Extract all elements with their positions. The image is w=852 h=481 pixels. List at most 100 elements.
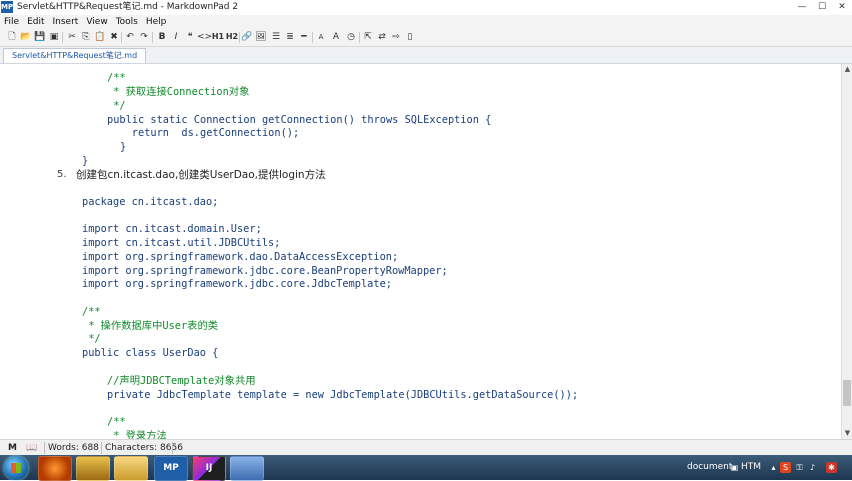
code-line: //声明JDBCTemplate对象共用 — [107, 375, 256, 387]
word-count: Words: 688 — [48, 443, 99, 453]
app-taskbar-icon[interactable] — [230, 456, 264, 481]
tray-screen-icon[interactable]: ▣ — [729, 462, 740, 473]
redo-icon[interactable]: ↷ — [138, 31, 150, 43]
maximize-button[interactable]: ☐ — [813, 1, 831, 13]
code-line: } — [120, 141, 127, 153]
code-line: return ds.getConnection(); — [107, 127, 300, 139]
font-increase-button[interactable]: A — [330, 31, 342, 43]
status-divider — [101, 442, 102, 454]
paste-icon[interactable]: 📋 — [94, 31, 106, 43]
code-line: /** — [82, 306, 101, 318]
code-line: */ — [82, 333, 101, 345]
tray-sogou-icon[interactable]: S — [780, 462, 791, 473]
code-line: import org.springframework.jdbc.core.Jdb… — [82, 278, 392, 290]
minimize-button[interactable]: — — [793, 1, 811, 13]
list-number: 5. — [57, 169, 67, 180]
toolbar-divider — [312, 32, 313, 43]
bold-icon[interactable]: B — [156, 31, 168, 43]
toolbar-divider — [121, 32, 122, 43]
cut-icon[interactable]: ✂ — [66, 31, 78, 43]
menu-bar: File Edit Insert View Tools Help — [0, 15, 852, 29]
list-item-text: 创建包cn.itcast.dao,创建类UserDao,提供login方法 — [76, 169, 326, 181]
status-divider — [44, 442, 45, 454]
code-line: * 获取连接Connection对象 — [107, 86, 250, 98]
publish-icon[interactable]: ⇨ — [390, 31, 402, 43]
document-tab-bar: Servlet&HTTP&Request笔记.md — [0, 47, 852, 64]
tray-toolbar-label[interactable]: document — [687, 455, 732, 480]
code-line: package cn.itcast.dao; — [82, 196, 219, 208]
code-line: /** — [107, 72, 126, 84]
menu-tools[interactable]: Tools — [112, 15, 142, 29]
code-line: private JdbcTemplate template = new Jdbc… — [107, 389, 579, 401]
preview-toggle-icon[interactable]: ⇱ — [362, 31, 374, 43]
menu-view[interactable]: View — [82, 15, 111, 29]
code-line: public static Connection getConnection()… — [107, 114, 492, 126]
tray-expand-arrow-icon[interactable]: ▴ — [768, 462, 779, 473]
toolbar-divider — [62, 32, 63, 43]
code-line: import cn.itcast.util.JDBCUtils; — [82, 237, 281, 249]
code-icon[interactable]: <> — [197, 31, 212, 43]
code-line: * 登录方法 — [107, 430, 167, 439]
code-line: import org.springframework.dao.DataAcces… — [82, 251, 399, 263]
quote-icon[interactable]: ❝ — [184, 31, 196, 43]
toolbar-overflow-icon[interactable]: ▯ — [404, 31, 416, 43]
font-decrease-button[interactable]: A — [315, 31, 327, 43]
undo-icon[interactable]: ↶ — [124, 31, 136, 43]
markdownpad-logo-icon: MP — [1, 1, 14, 13]
menu-file[interactable]: File — [0, 15, 23, 29]
tray-speaker-icon[interactable]: ♪ — [807, 462, 818, 473]
code-line: /** — [107, 416, 126, 428]
close-button[interactable]: ✕ — [833, 1, 851, 13]
delete-icon[interactable]: ✖ — [108, 31, 120, 43]
code-line: * 操作数据库中User表的类 — [82, 320, 219, 332]
window-title: Servlet&HTTP&Request笔记.md - MarkdownPad … — [17, 2, 239, 12]
tray-network-icon[interactable]: ⚿ — [794, 462, 805, 473]
numbered-list-icon[interactable]: ≣ — [284, 31, 296, 43]
menu-edit[interactable]: Edit — [23, 15, 48, 29]
markdownpad-taskbar-icon[interactable]: MP — [154, 456, 188, 481]
toolbar-divider — [152, 32, 153, 43]
menu-insert[interactable]: Insert — [49, 15, 83, 29]
bullet-list-icon[interactable]: ☰ — [270, 31, 282, 43]
markdown-editor[interactable]: /** * 获取连接Connection对象 */ public static … — [0, 64, 841, 439]
book-icon[interactable]: 📖 — [26, 440, 37, 456]
save-all-icon[interactable]: ▣ — [48, 31, 60, 43]
new-file-icon[interactable]: 🗋 — [6, 31, 18, 43]
scroll-up-icon[interactable]: ▲ — [842, 64, 852, 75]
timestamp-clock-icon[interactable]: ◷ — [345, 31, 357, 43]
intellij-taskbar-icon[interactable]: IJ — [192, 456, 226, 481]
horizontal-rule-icon[interactable]: ━ — [298, 31, 310, 43]
toolbar: 🗋 📂 💾 ▣ ✂ ⎘ 📋 ✖ ↶ ↷ B I ❝ <> H1 H2 🔗 🖼 ☰… — [0, 29, 852, 47]
toolbar-divider — [359, 32, 360, 43]
open-folder-icon[interactable]: 📂 — [20, 31, 32, 43]
heading2-button[interactable]: H2 — [224, 31, 240, 43]
tray-htm-label[interactable]: HTM — [741, 455, 761, 480]
scroll-down-icon[interactable]: ▼ — [842, 428, 852, 439]
italic-icon[interactable]: I — [170, 31, 182, 43]
toolbar-divider — [239, 32, 240, 43]
tab-document[interactable]: Servlet&HTTP&Request笔记.md — [3, 48, 147, 63]
tray-app-icon[interactable]: ✱ — [826, 462, 837, 473]
image-icon[interactable]: 🖼 — [255, 31, 267, 43]
file-explorer-taskbar-icon[interactable] — [114, 456, 148, 481]
markdown-mode-icon[interactable]: M — [8, 440, 17, 456]
title-bar: MP Servlet&HTTP&Request笔记.md - MarkdownP… — [0, 0, 852, 15]
vertical-scrollbar[interactable]: ▲ ▼ — [841, 64, 852, 439]
save-icon[interactable]: 💾 — [34, 31, 46, 43]
status-divider — [172, 442, 173, 454]
menu-help[interactable]: Help — [142, 15, 171, 29]
code-line: public class UserDao { — [82, 347, 219, 359]
windows-taskbar: MP IJ document ▣ HTM ▴ S ⚿ ♪ ✱ — [0, 455, 852, 481]
code-line: import org.springframework.jdbc.core.Bea… — [82, 265, 448, 277]
copy-icon[interactable]: ⎘ — [80, 31, 92, 43]
link-icon[interactable]: 🔗 — [241, 31, 253, 43]
firefox-taskbar-icon[interactable] — [38, 456, 72, 481]
code-line: import cn.itcast.domain.User; — [82, 223, 262, 235]
scrollbar-thumb[interactable] — [843, 380, 851, 406]
app-taskbar-icon[interactable] — [76, 456, 110, 481]
export-icon[interactable]: ⇄ — [376, 31, 388, 43]
start-button[interactable] — [4, 456, 28, 480]
code-line: } — [82, 155, 89, 167]
status-bar: M 📖 Words: 688 Characters: 8656 — [0, 439, 852, 456]
code-line: */ — [107, 100, 126, 112]
